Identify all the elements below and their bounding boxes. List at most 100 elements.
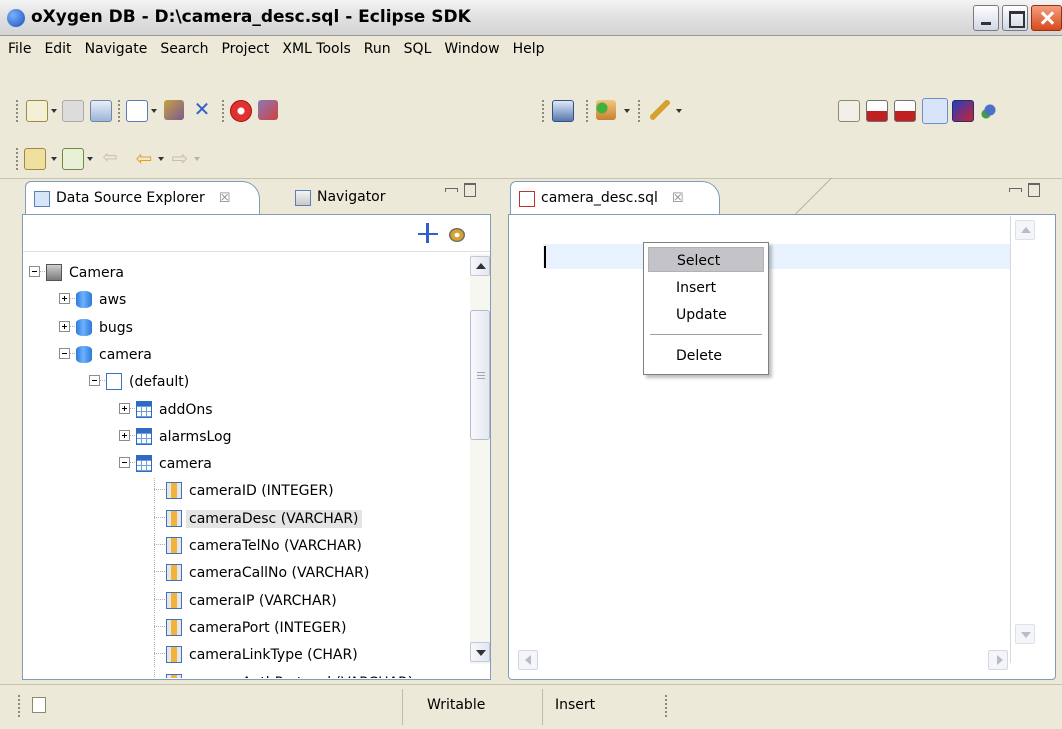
tree-row[interactable]: camera (25, 342, 465, 368)
editor-vertical-scrollbar[interactable] (1015, 220, 1035, 647)
configure-transformation-icon[interactable] (258, 100, 278, 120)
minimize-panel-icon[interactable] (445, 188, 458, 192)
remove-icon[interactable]: ✕ (192, 99, 212, 120)
external-tools-icon[interactable] (650, 100, 670, 120)
collapse-icon[interactable] (59, 348, 70, 359)
tree-row[interactable]: camera (25, 451, 465, 477)
scroll-right-button[interactable] (988, 650, 1008, 670)
external-tools-dropdown-arrow-icon[interactable] (676, 109, 682, 113)
menu-file[interactable]: File (0, 36, 36, 57)
database-perspective-icon[interactable] (922, 98, 948, 124)
minimize-button[interactable] (973, 5, 999, 31)
toolbar-separator (118, 100, 120, 122)
open-perspective-icon[interactable] (838, 100, 860, 122)
new-dropdown-arrow-icon[interactable] (51, 109, 57, 113)
fast-view-icon[interactable] (32, 697, 46, 713)
menu-sql[interactable]: SQL (396, 36, 437, 57)
menu-item-insert[interactable]: Insert (648, 275, 764, 300)
collapse-icon[interactable] (119, 457, 130, 468)
run-icon[interactable] (596, 100, 616, 120)
minimize-editor-icon[interactable] (1009, 188, 1022, 192)
maximize-editor-icon[interactable] (1028, 183, 1040, 197)
maximize-panel-icon[interactable] (464, 183, 476, 197)
tree-row[interactable]: cameraID (INTEGER) (25, 478, 465, 504)
back-dropdown-arrow-icon[interactable] (158, 157, 164, 161)
new-icon[interactable] (26, 100, 48, 122)
tree-vertical-scrollbar[interactable] (470, 254, 490, 664)
tree-row[interactable]: cameraLinkType (CHAR) (25, 642, 465, 668)
maximize-button[interactable] (1002, 5, 1028, 31)
tab-navigator[interactable]: Navigator (287, 181, 427, 215)
context-menu: Select Insert Update Delete (643, 242, 769, 375)
run-dropdown-arrow-icon[interactable] (624, 109, 630, 113)
scroll-down-button[interactable] (1015, 624, 1035, 644)
java-perspective-icon[interactable] (980, 100, 1000, 120)
xml-perspective-icon[interactable] (952, 100, 974, 122)
wrench-icon[interactable] (164, 100, 184, 120)
expand-icon[interactable] (59, 321, 70, 332)
menu-window[interactable]: Window (436, 36, 504, 57)
tree-connector (154, 626, 166, 627)
scroll-thumb[interactable] (470, 310, 490, 440)
save-icon[interactable] (62, 100, 84, 122)
tree-connector (154, 653, 166, 654)
previous-annotation-icon[interactable] (62, 148, 84, 170)
sql-editor-text-area[interactable] (515, 216, 1045, 677)
database-connect-icon[interactable] (552, 100, 574, 122)
tree-connector (154, 642, 155, 668)
previous-annotation-dropdown-arrow-icon[interactable] (87, 157, 93, 161)
tree-row[interactable]: cameraCallNo (VARCHAR) (25, 560, 465, 586)
validate-icon[interactable] (126, 100, 148, 122)
menu-edit[interactable]: Edit (36, 36, 76, 57)
print-icon[interactable] (90, 100, 112, 122)
forward-icon[interactable]: ⇨ (170, 148, 190, 168)
back-icon[interactable]: ⇦ (134, 148, 154, 168)
close-button[interactable] (1031, 5, 1062, 31)
last-edit-location-icon[interactable]: ⇦ (100, 148, 120, 168)
tree-row[interactable]: (default) (25, 369, 465, 395)
tree-row[interactable]: cameraPort (INTEGER) (25, 615, 465, 641)
collapse-icon[interactable] (89, 375, 100, 386)
tab-camera-desc-sql[interactable]: camera_desc.sql ☒ (510, 181, 720, 215)
menu-search[interactable]: Search (152, 36, 213, 57)
close-tab-icon[interactable]: ☒ (672, 191, 684, 206)
menu-run[interactable]: Run (356, 36, 396, 57)
tree-row[interactable]: cameraDesc (VARCHAR) (25, 506, 465, 532)
collapse-all-icon[interactable] (418, 223, 438, 243)
data-source-tree[interactable]: Camera aws bugs camera (default) addOns alarms… (25, 260, 467, 678)
xquery-perspective-icon[interactable] (894, 100, 916, 122)
scroll-down-button[interactable] (470, 642, 490, 662)
menu-project[interactable]: Project (213, 36, 274, 57)
forward-dropdown-arrow-icon[interactable] (194, 157, 200, 161)
tree-row[interactable]: cameraTelNo (VARCHAR) (25, 533, 465, 559)
expand-icon[interactable] (59, 293, 70, 304)
tree-row[interactable]: addOns (25, 397, 465, 423)
tree-row[interactable]: cameraAuthProtocol (VARCHAR) (25, 670, 465, 678)
tree-row[interactable]: aws (25, 287, 465, 313)
editor-horizontal-scrollbar[interactable] (516, 650, 1010, 670)
tree-row[interactable]: Camera (25, 260, 465, 286)
collapse-icon[interactable] (29, 266, 40, 277)
tab-data-source-explorer[interactable]: Data Source Explorer ☒ (25, 181, 260, 215)
menu-help[interactable]: Help (505, 36, 550, 57)
validate-dropdown-arrow-icon[interactable] (151, 109, 157, 113)
next-annotation-icon[interactable] (24, 148, 46, 170)
expand-icon[interactable] (119, 430, 130, 441)
next-annotation-dropdown-arrow-icon[interactable] (51, 157, 57, 161)
scroll-up-button[interactable] (470, 256, 490, 276)
xsl-perspective-icon[interactable] (866, 100, 888, 122)
scroll-up-button[interactable] (1015, 220, 1035, 240)
expand-icon[interactable] (119, 403, 130, 414)
tree-row[interactable]: alarmsLog (25, 424, 465, 450)
menu-item-update[interactable]: Update (648, 302, 764, 327)
tree-row[interactable]: cameraIP (VARCHAR) (25, 588, 465, 614)
run-transformation-icon[interactable] (230, 100, 252, 122)
menu-item-select[interactable]: Select (648, 247, 764, 272)
menu-item-delete[interactable]: Delete (648, 343, 764, 368)
scroll-left-button[interactable] (518, 650, 538, 670)
menu-xml-tools[interactable]: XML Tools (274, 36, 355, 57)
view-menu-icon[interactable] (449, 228, 465, 242)
tree-row[interactable]: bugs (25, 315, 465, 341)
close-tab-icon[interactable]: ☒ (219, 191, 231, 206)
menu-navigate[interactable]: Navigate (77, 36, 153, 57)
